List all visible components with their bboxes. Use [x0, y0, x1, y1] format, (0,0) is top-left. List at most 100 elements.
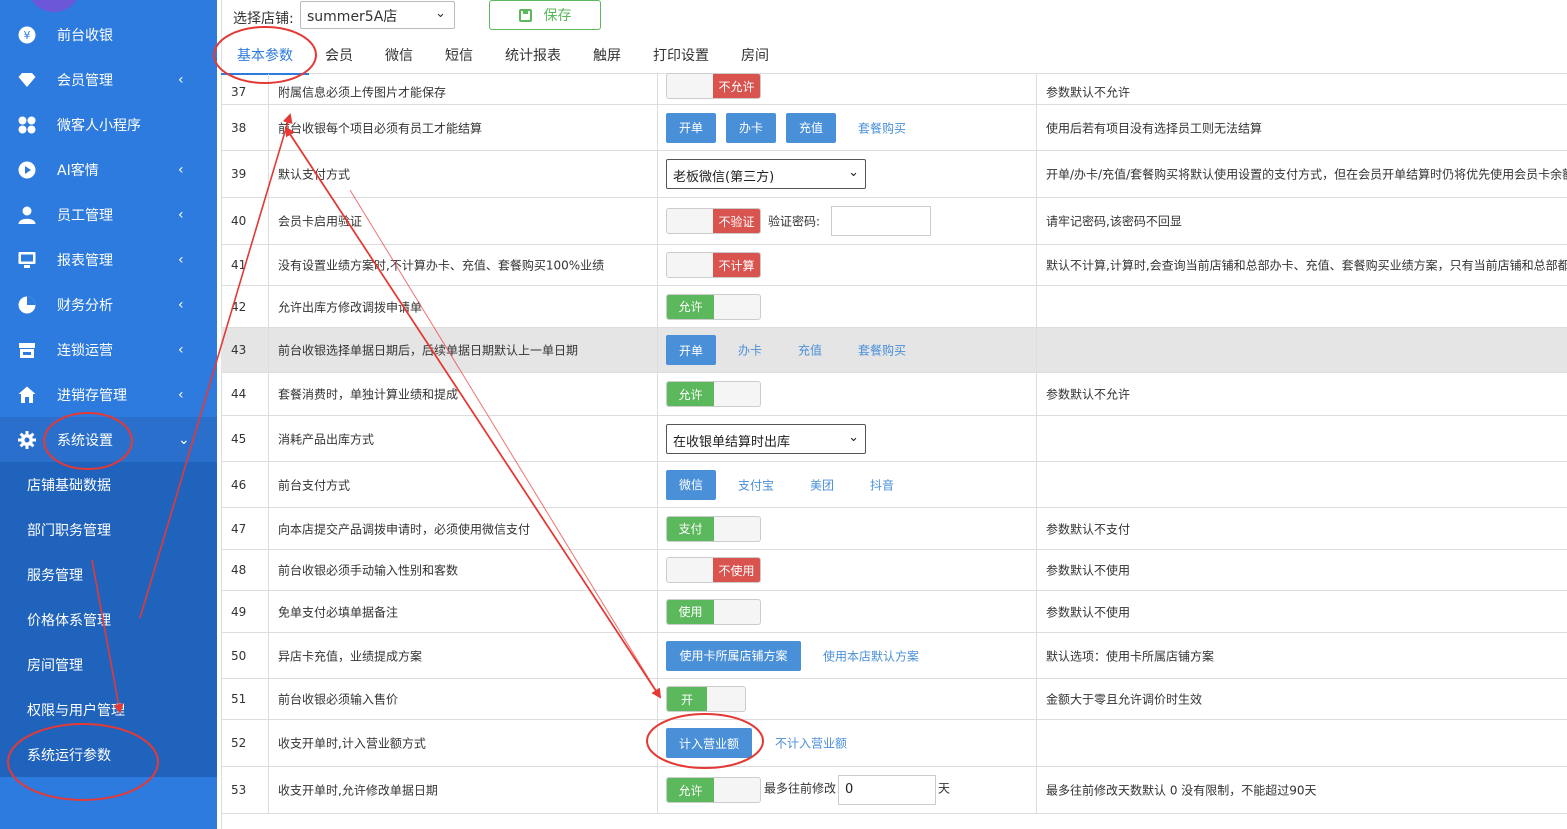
toggle-switch[interactable]: 支付 — [666, 515, 761, 542]
sidebar-item-chain[interactable]: 连锁运营 ‹ — [0, 327, 217, 372]
option-link-recharge[interactable]: 充值 — [798, 342, 822, 359]
tab-basic-params[interactable]: 基本参数 — [221, 36, 309, 75]
submenu-item-rooms[interactable]: 房间管理 — [0, 642, 217, 687]
chevron-left-icon: ‹ — [178, 296, 184, 313]
option-link-exclude-revenue[interactable]: 不计入营业额 — [775, 735, 847, 752]
row-number: 48 — [231, 563, 247, 577]
submenu-item-runtime-params[interactable]: 系统运行参数 — [0, 732, 217, 777]
table-row: 39 默认支付方式 老板微信(第三方) ⌄ 开单/办卡/充值/套餐购买将默认使用设… — [221, 151, 1567, 198]
tab-stats-reports[interactable]: 统计报表 — [505, 36, 561, 74]
sidebar-item-ai[interactable]: AI客情 ‹ — [0, 147, 217, 192]
sidebar-item-system-settings[interactable]: 系统设置 ⌄ — [0, 417, 217, 462]
sidebar-item-inventory[interactable]: 进销存管理 ‹ — [0, 372, 217, 417]
toggle-switch[interactable]: 开 — [666, 686, 746, 712]
option-button-wechat[interactable]: 微信 — [666, 469, 716, 500]
tab-touchscreen[interactable]: 触屏 — [593, 36, 621, 74]
toggle-switch[interactable]: 不使用 — [666, 557, 761, 583]
password-label: 验证密码: — [768, 214, 821, 229]
diamond-icon — [18, 71, 36, 89]
toggle-state-label: 开 — [667, 687, 707, 711]
option-button-recharge[interactable]: 充值 — [786, 112, 836, 143]
tab-sms[interactable]: 短信 — [445, 36, 473, 74]
submenu-item-services[interactable]: 服务管理 — [0, 552, 217, 597]
submenu-item-label: 系统运行参数 — [27, 747, 111, 764]
row-number: 43 — [231, 343, 247, 357]
row-description: 默认选项：使用卡所属店铺方案 — [1046, 649, 1215, 663]
option-button-card-store-plan[interactable]: 使用卡所属店铺方案 — [666, 640, 801, 671]
option-link-card[interactable]: 办卡 — [738, 342, 762, 359]
pie-chart-icon — [18, 296, 36, 314]
toggle-switch[interactable]: 允许 — [666, 381, 761, 407]
sidebar-item-finance[interactable]: 财务分析 ‹ — [0, 282, 217, 327]
row-label: 消耗产品出库方式 — [278, 432, 375, 446]
store-select[interactable]: summer5A店 ⌄ — [300, 1, 455, 29]
tab-wechat[interactable]: 微信 — [385, 36, 413, 74]
save-button[interactable]: 保存 — [489, 0, 601, 30]
stock-out-method-select[interactable]: 在收银单结算时出库 ⌄ — [666, 423, 866, 454]
submenu-item-store-data[interactable]: 店铺基础数据 — [0, 462, 217, 507]
gear-icon — [18, 430, 36, 449]
store-label: 选择店铺: — [233, 11, 294, 27]
row-description: 参数默认不支付 — [1046, 522, 1131, 536]
submenu-item-label: 部门职务管理 — [27, 522, 111, 539]
row-description: 默认不计算,计算时,会查询当前店铺和总部办卡、充值、套餐购买业绩方案，只有当前店… — [1046, 258, 1567, 273]
sidebar-item-cashier[interactable]: ¥ 前台收银 — [0, 12, 217, 57]
toggle-switch[interactable]: 使用 — [666, 598, 761, 625]
option-button-open-order[interactable]: 开单 — [666, 112, 716, 143]
toggle-switch[interactable]: 不验证 — [666, 208, 761, 234]
table-row: 48 前台收银必须手动输入性别和客数 不使用 参数默认不使用 — [221, 550, 1567, 591]
sidebar-item-reports[interactable]: 报表管理 ‹ — [0, 237, 217, 282]
sidebar-item-label: 财务分析 — [57, 297, 113, 314]
toggle-switch[interactable]: 不计算 — [666, 252, 761, 278]
option-link-package[interactable]: 套餐购买 — [858, 342, 906, 359]
row-label: 附属信息必须上传图片才能保存 — [278, 85, 447, 100]
row-description: 请牢记密码,该密码不回显 — [1046, 214, 1182, 229]
option-button-open-order[interactable]: 开单 — [666, 335, 716, 365]
sidebar-item-label: 报表管理 — [57, 252, 113, 269]
chevron-left-icon: ‹ — [178, 341, 184, 358]
submenu-item-pricing[interactable]: 价格体系管理 — [0, 597, 217, 642]
monitor-icon — [18, 251, 36, 269]
payment-method-select[interactable]: 老板微信(第三方) ⌄ — [666, 159, 866, 189]
sidebar-item-label: 连锁运营 — [57, 342, 113, 359]
row-label: 会员卡启用验证 — [278, 214, 363, 229]
toggle-switch[interactable]: 允许 — [666, 777, 761, 803]
row-label: 前台收银选择单据日期后，后续单据日期默认上一单日期 — [278, 343, 579, 358]
table-row: 41 没有设置业绩方案时,不计算办卡、充值、套餐购买100%业绩 不计算 默认不… — [221, 245, 1567, 286]
sidebar-item-miniprogram[interactable]: 微客人小程序 — [0, 102, 217, 147]
sidebar-item-staff[interactable]: 员工管理 ‹ — [0, 192, 217, 237]
sidebar-item-members[interactable]: 会员管理 ‹ — [0, 57, 217, 102]
row-number: 38 — [231, 120, 247, 135]
tab-print-settings[interactable]: 打印设置 — [653, 36, 709, 74]
max-days-input[interactable]: 0 — [838, 775, 936, 805]
chevron-down-icon: ⌄ — [848, 429, 859, 445]
tab-rooms[interactable]: 房间 — [741, 36, 769, 74]
toggle-switch[interactable]: 允许 — [666, 293, 761, 320]
toggle-state-label: 支付 — [667, 516, 714, 541]
avatar[interactable] — [27, 0, 81, 12]
submenu-item-permissions[interactable]: 权限与用户管理 — [0, 687, 217, 732]
toggle-switch[interactable]: 不允许 — [666, 73, 761, 99]
option-link-douyin[interactable]: 抖音 — [870, 476, 894, 493]
row-number: 52 — [231, 736, 247, 750]
option-button-card[interactable]: 办卡 — [726, 112, 776, 143]
chevron-down-icon: ⌄ — [178, 431, 190, 448]
option-link-package[interactable]: 套餐购买 — [858, 119, 906, 136]
save-button-label: 保存 — [543, 8, 572, 24]
row-number: 47 — [231, 521, 247, 536]
submenu-item-label: 店铺基础数据 — [27, 477, 111, 494]
submenu-item-label: 价格体系管理 — [27, 612, 111, 629]
row-description: 金额大于零且允许调价时生效 — [1046, 692, 1203, 707]
table-row: 50 异店卡充值，业绩提成方案 使用卡所属店铺方案 使用本店默认方案 默认选项：… — [221, 633, 1567, 679]
option-button-count-revenue[interactable]: 计入营业额 — [666, 728, 752, 758]
tab-members[interactable]: 会员 — [325, 36, 353, 74]
row-description: 参数默认不使用 — [1046, 563, 1131, 578]
option-link-alipay[interactable]: 支付宝 — [738, 476, 774, 493]
submenu-item-departments[interactable]: 部门职务管理 — [0, 507, 217, 552]
option-link-meituan[interactable]: 美团 — [810, 476, 834, 493]
option-link-default-plan[interactable]: 使用本店默认方案 — [823, 647, 919, 664]
sidebar-item-label: AI客情 — [57, 162, 99, 179]
password-input[interactable] — [831, 206, 931, 236]
row-number: 49 — [231, 604, 247, 619]
chevron-down-icon: ⌄ — [848, 165, 859, 180]
